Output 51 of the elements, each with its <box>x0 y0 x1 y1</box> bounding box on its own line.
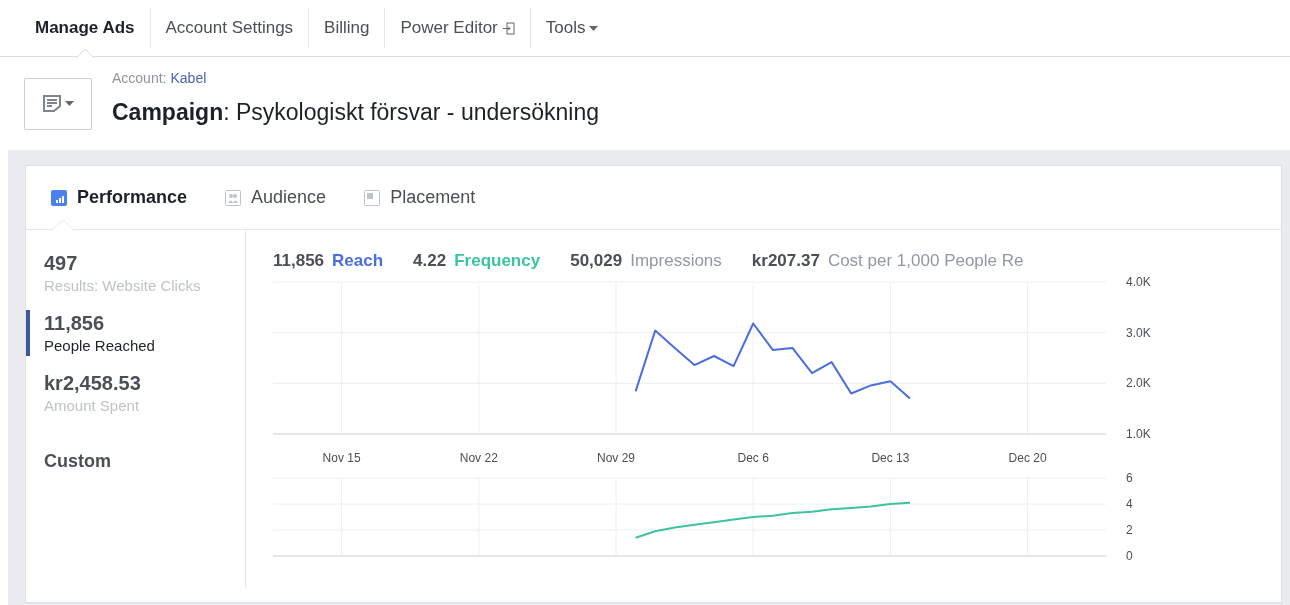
nav-tab[interactable]: Tools <box>530 0 614 57</box>
axis-label: 0 <box>1126 549 1133 562</box>
caret-icon <box>589 25 599 31</box>
document-icon <box>42 95 61 112</box>
metric-item[interactable]: kr2,458.53 Amount Spent <box>26 370 245 416</box>
account-link[interactable]: Kabel <box>170 67 207 89</box>
summary-label: Cost per 1,000 People Re <box>827 250 1024 272</box>
metric-item[interactable]: 11,856 People Reached <box>26 310 245 356</box>
nav-tab[interactable]: Power Editor <box>385 0 530 57</box>
summary-label: Frequency <box>454 250 541 272</box>
axis-label: 2 <box>1126 523 1133 537</box>
axis-label: 6 <box>1126 471 1133 485</box>
summary-label: Impressions <box>630 250 722 272</box>
account-label: Account: <box>112 68 167 88</box>
summary-label: Reach <box>332 250 384 272</box>
view-menu-button[interactable] <box>24 77 92 130</box>
summary-value: 50,029 <box>570 250 623 272</box>
metric-item[interactable]: 497 Results: Website Clicks <box>26 250 245 296</box>
axis-label: 2.0K <box>1126 376 1151 391</box>
metric-value: 11,856 <box>44 311 106 336</box>
metric-label: Amount Spent <box>44 396 141 416</box>
metric-value: 497 <box>44 251 79 276</box>
panel-tab[interactable]: Placement <box>364 165 476 230</box>
axis-label: 4.0K <box>1126 275 1151 289</box>
axis-label: Nov 22 <box>459 451 498 465</box>
nav-tab[interactable]: Account Settings <box>150 0 309 57</box>
people-icon <box>225 189 242 206</box>
caret-icon <box>64 101 74 106</box>
axis-label: 1.0K <box>1126 427 1151 441</box>
axis-label: Dec 13 <box>871 451 910 465</box>
axis-label: Dec 20 <box>1008 451 1047 465</box>
axis-label: Nov 15 <box>322 451 361 465</box>
axis-label: 3.0K <box>1126 325 1151 340</box>
nav-tab[interactable]: Billing <box>309 0 385 57</box>
nav-tab[interactable]: Manage Ads <box>20 0 150 57</box>
summary-value: kr207.37 <box>751 250 820 272</box>
panel-tab[interactable]: Performance <box>51 165 188 230</box>
axis-label: Dec 6 <box>737 451 769 465</box>
summary-value: 11,856 <box>273 250 325 272</box>
bar-chart-icon <box>51 189 67 206</box>
summary-value: 4.22 <box>413 250 447 272</box>
metric-label: Results: Website Clicks <box>44 276 202 296</box>
metric-value: kr2,458.53 <box>44 371 142 396</box>
layout-icon <box>364 189 381 206</box>
metric-label: People Reached <box>44 336 156 356</box>
campaign-title: Campaign: Psykologiskt försvar - undersökning <box>112 97 599 127</box>
axis-label: 4 <box>1126 497 1133 511</box>
external-icon <box>501 21 515 35</box>
axis-label: Nov 29 <box>597 451 635 465</box>
panel-tab[interactable]: Audience <box>225 165 327 230</box>
custom-link[interactable]: Custom <box>26 448 245 475</box>
